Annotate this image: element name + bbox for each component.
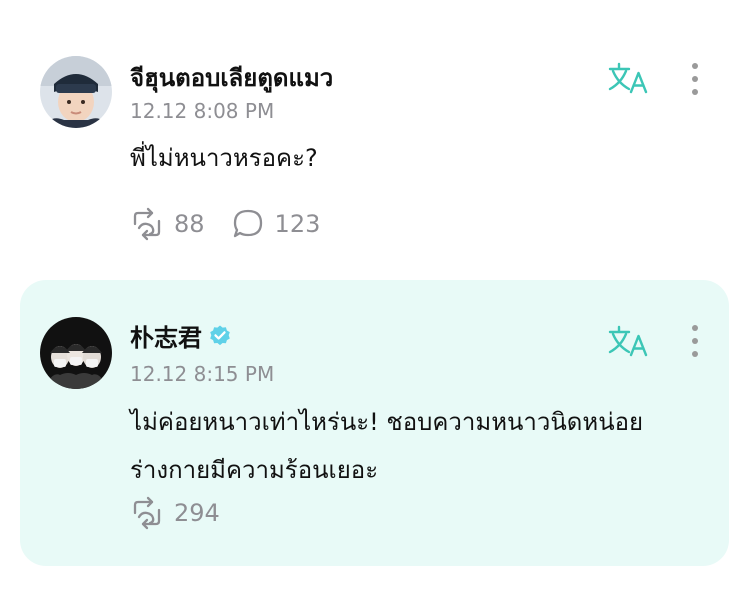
comment-text: ไม่ค่อยหนาวเท่าไหร่นะ! ชอบความหนาวนิดหน่… — [130, 408, 644, 484]
avatar-image — [40, 317, 112, 389]
avatar[interactable] — [40, 317, 112, 389]
reply-button[interactable]: 123 — [231, 207, 321, 241]
more-options-button[interactable] — [685, 325, 705, 357]
comment-text: พี่ไม่หนาวหรอคะ? — [130, 144, 318, 172]
avatar-image — [40, 56, 112, 128]
repost-icon — [133, 496, 161, 530]
repost-button[interactable]: 294 — [130, 496, 220, 530]
more-vertical-icon — [692, 63, 698, 69]
translate-icon — [608, 325, 648, 357]
avatar[interactable] — [40, 56, 112, 128]
repost-button[interactable]: 88 — [130, 207, 205, 241]
comment-thread: จีฮุนตอบเลียตูดแมว 12.12 8:08 PM พี่ไม่ห… — [0, 0, 749, 589]
username[interactable]: จีฮุนตอบเลียตูดแมว — [130, 58, 333, 97]
comment-actions: 88 123 — [130, 207, 346, 241]
verified-badge-icon — [210, 325, 230, 345]
comment: จีฮุนตอบเลียตูดแมว 12.12 8:08 PM พี่ไม่ห… — [0, 0, 749, 270]
timestamp: 12.12 8:08 PM — [130, 99, 275, 123]
more-vertical-icon — [692, 325, 698, 331]
comment-highlighted: 朴志君 12.12 8:15 PM ไม่ค่อยหนาวเท่าไหร่นะ!… — [20, 280, 729, 566]
username[interactable]: 朴志君 — [130, 318, 202, 353]
repost-count: 294 — [174, 499, 220, 527]
comment-actions: 294 — [130, 496, 246, 530]
translate-icon — [608, 62, 648, 94]
repost-icon — [133, 207, 161, 241]
timestamp: 12.12 8:15 PM — [130, 362, 275, 386]
reply-bubble-icon — [233, 209, 262, 238]
translate-button[interactable] — [608, 324, 648, 358]
translate-button[interactable] — [608, 61, 648, 95]
repost-count: 88 — [174, 210, 205, 238]
reply-count: 123 — [274, 210, 321, 238]
more-options-button[interactable] — [685, 63, 705, 95]
username-row[interactable]: 朴志君 — [130, 318, 232, 353]
